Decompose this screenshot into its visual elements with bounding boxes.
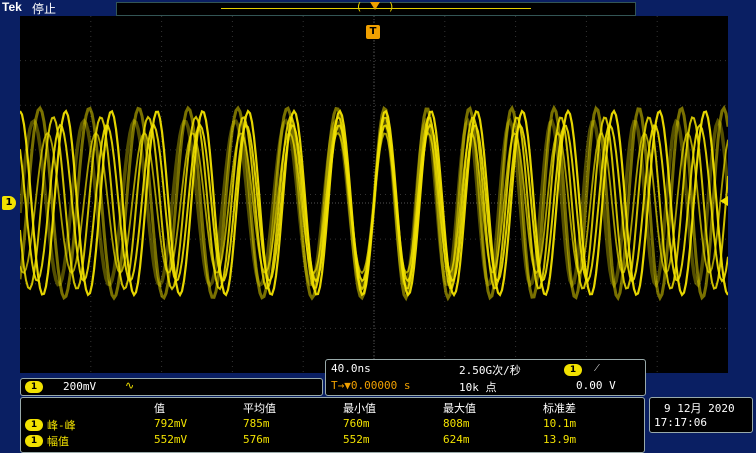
- row1-mean: 785m: [243, 417, 270, 430]
- channel1-ground-marker[interactable]: 1: [2, 196, 16, 210]
- header-mean: 平均值: [243, 402, 276, 415]
- row2-min: 552m: [343, 433, 370, 446]
- record-length: 10k 点: [459, 381, 497, 394]
- top-status-bar: Tek 停止 ( ): [0, 0, 756, 16]
- time-per-div: 40.0ns: [331, 362, 371, 375]
- row1-stddev: 10.1m: [543, 417, 577, 430]
- trigger-position-readout: T→▼0.00000 s: [331, 379, 411, 392]
- channel1-badge: 1: [25, 381, 43, 393]
- row2-measure-name: 幅值: [47, 435, 69, 448]
- coupling-icon: ∿: [125, 379, 135, 392]
- header-min: 最小值: [343, 402, 376, 415]
- row1-max: 808m: [443, 417, 470, 430]
- waveform-display[interactable]: [20, 16, 728, 373]
- view-bracket-right: ): [389, 0, 394, 13]
- header-max: 最大值: [443, 402, 476, 415]
- trigger-level: 0.00 V: [576, 379, 616, 392]
- time-readout: 17:17:06: [654, 416, 707, 429]
- datetime-panel: 9 12月 2020 17:17:06: [649, 397, 753, 433]
- date-readout: 9 12月 2020: [664, 402, 735, 415]
- timebase-panel[interactable]: 40.0ns 2.50G次/秒 1 ⁄ T→▼0.00000 s 10k 点 0…: [325, 359, 646, 396]
- row2-mean: 576m: [243, 433, 270, 446]
- trigger-position-arrow-icon: [370, 2, 380, 10]
- header-stddev: 标准差: [543, 402, 576, 415]
- measurement-statistics-panel[interactable]: 值 平均值 最小值 最大值 标准差 1 峰-峰 792mV 785m 760m …: [20, 397, 645, 453]
- channel1-scale-panel[interactable]: 1 200mV ∿: [20, 378, 323, 396]
- row2-channel-badge: 1: [25, 435, 43, 447]
- trigger-position-marker[interactable]: T: [366, 25, 380, 39]
- row1-measure-name: 峰-峰: [47, 419, 76, 432]
- view-bracket-left: (: [357, 0, 362, 13]
- row2-stddev: 13.9m: [543, 433, 577, 446]
- row1-min: 760m: [343, 417, 370, 430]
- record-view-bar[interactable]: ( ): [116, 0, 636, 16]
- header-value: 值: [154, 402, 165, 415]
- trigger-level-arrow-icon[interactable]: [720, 196, 728, 206]
- trigger-slope-icon: ⁄: [596, 361, 598, 374]
- row2-max: 624m: [443, 433, 470, 446]
- brand-logo: Tek: [2, 0, 22, 14]
- vertical-scale: 200mV: [63, 380, 97, 393]
- sample-rate: 2.50G次/秒: [459, 364, 521, 377]
- waveform-graticule: [20, 16, 728, 373]
- row1-channel-badge: 1: [25, 419, 43, 431]
- row2-value: 552mV: [154, 433, 188, 446]
- row1-value: 792mV: [154, 417, 188, 430]
- trigger-source-badge: 1: [564, 364, 582, 376]
- acquisition-state: 停止: [32, 2, 57, 16]
